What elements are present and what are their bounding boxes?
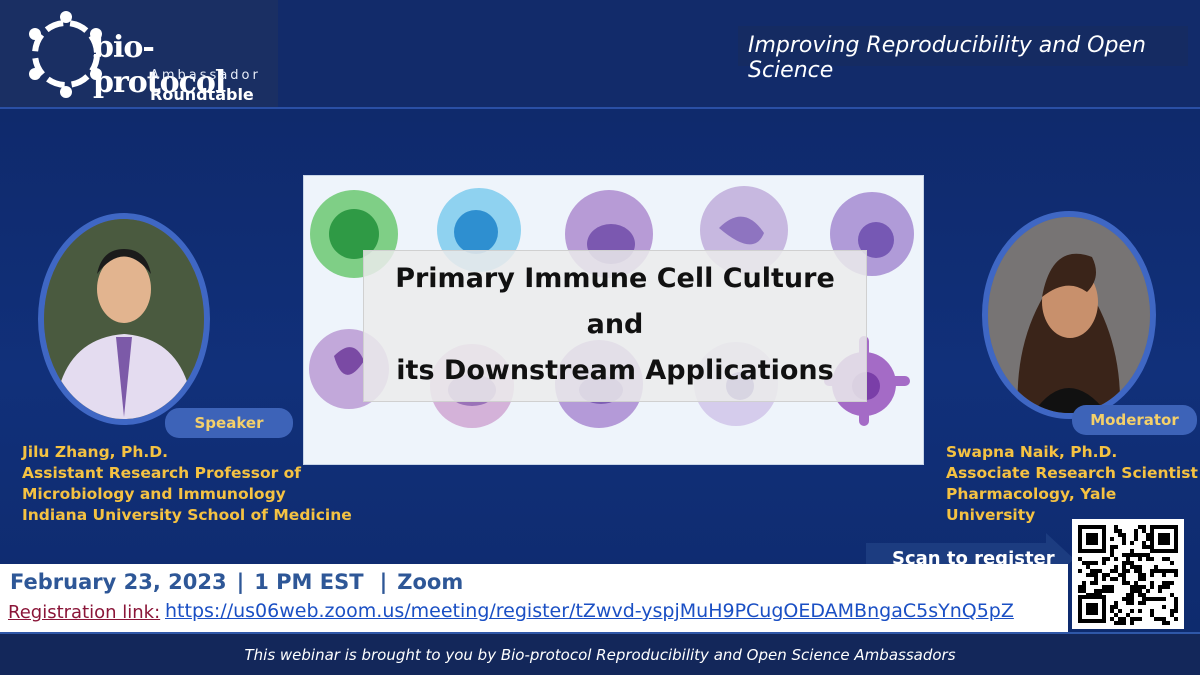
speaker-photo <box>38 213 210 425</box>
separator: | <box>379 570 388 594</box>
event-date: February 23, 2023 <box>10 570 227 594</box>
event-platform: Zoom <box>397 570 464 594</box>
speaker-department: Microbiology and Immunology <box>22 485 286 503</box>
speaker-info: Jilu Zhang, Ph.D. Assistant Research Pro… <box>22 442 352 526</box>
registration-link[interactable]: https://us06web.zoom.us/meeting/register… <box>165 600 1014 622</box>
header-bar: bio-protocol Ambassador Roundtable Impro… <box>0 0 1200 109</box>
logo-roundtable: Roundtable <box>150 85 254 104</box>
bio-protocol-logo: bio-protocol Ambassador Roundtable <box>0 0 278 107</box>
footer: This webinar is brought to you by Bio-pr… <box>0 632 1200 675</box>
event-details: February 23, 2023 | 1 PM EST | Zoom <box>10 570 463 594</box>
talk-title-line-1: Primary Immune Cell Culture <box>395 263 835 294</box>
talk-title-panel: Primary Immune Cell Culture and its Down… <box>363 250 867 402</box>
event-time: 1 PM EST <box>254 570 364 594</box>
registration-label: Registration link: <box>8 602 161 623</box>
logo-ambassador: Ambassador <box>150 68 261 83</box>
qr-code-icon <box>1078 525 1178 625</box>
moderator-photo <box>982 211 1156 419</box>
tagline-box: Improving Reproducibility and Open Scien… <box>738 26 1188 83</box>
immune-cells-illustration: Primary Immune Cell Culture and its Down… <box>303 175 924 465</box>
talk-title-line-3: its Downstream Applications <box>396 355 834 386</box>
moderator-silhouette <box>988 217 1150 413</box>
moderator-badge: Moderator <box>1072 405 1197 435</box>
moderator-title: Associate Research Scientist <box>946 464 1198 482</box>
webinar-flyer: bio-protocol Ambassador Roundtable Impro… <box>0 0 1200 675</box>
moderator-info: Swapna Naik, Ph.D. Associate Research Sc… <box>946 442 1200 526</box>
speaker-title: Assistant Research Professor of <box>22 464 302 482</box>
footer-text: This webinar is brought to you by Bio-pr… <box>244 646 956 664</box>
registration-qr-code[interactable] <box>1072 519 1184 629</box>
separator: | <box>236 570 245 594</box>
moderator-name: Swapna Naik, Ph.D. <box>946 443 1118 461</box>
speaker-institution: Indiana University School of Medicine <box>22 506 352 524</box>
talk-title-line-2: and <box>586 309 644 340</box>
speaker-name: Jilu Zhang, Ph.D. <box>22 443 169 461</box>
speaker-silhouette <box>44 219 204 419</box>
registration-band: February 23, 2023 | 1 PM EST | Zoom Registra… <box>0 564 1068 632</box>
speaker-badge: Speaker <box>165 408 293 438</box>
tagline: Improving Reproducibility and Open Scien… <box>748 33 1146 83</box>
